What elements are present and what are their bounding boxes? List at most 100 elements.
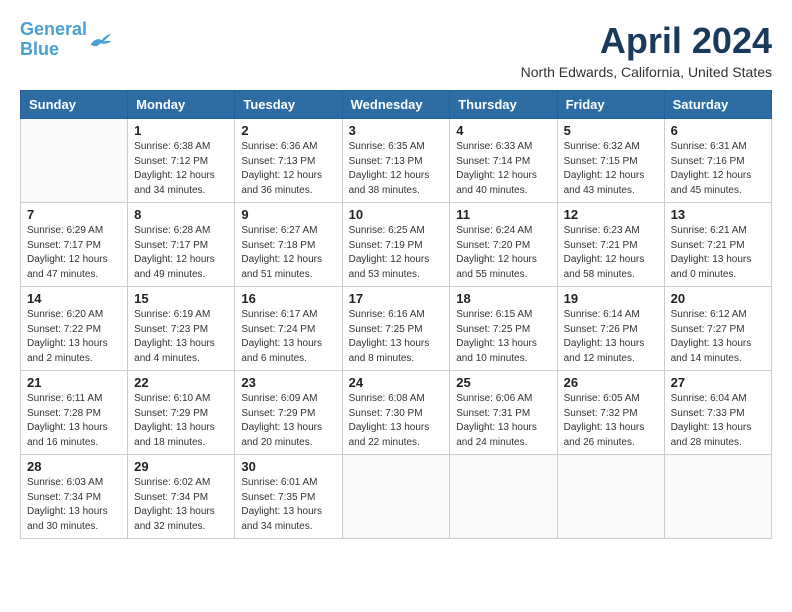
day-info: Sunrise: 6:31 AM Sunset: 7:16 PM Dayligh… [671, 140, 765, 198]
title-block: April 2024 North Edwards, California, Un… [521, 20, 772, 80]
calendar-cell-w2-d2: 9 Sunrise: 6:27 AM Sunset: 7:18 PM Daylig… [235, 203, 342, 287]
header-monday: Monday [128, 91, 235, 119]
day-number: 25 [456, 375, 550, 390]
day-info: Sunrise: 6:12 AM Sunset: 7:27 PM Dayligh… [671, 308, 765, 366]
day-number: 21 [27, 375, 121, 390]
calendar-cell-w4-d1: 22Sunrise: 6:10 AM Sunset: 7:29 PM Dayli… [128, 371, 235, 455]
calendar-cell-w3-d5: 19 Sunrise: 6:14 AM Sunset: 7:26 PM Dayli… [557, 287, 664, 371]
day-info: Sunrise: 6:08 AM Sunset: 7:30 PM Dayligh… [349, 392, 444, 450]
calendar-table: Sunday Monday Tuesday Wednesday Thursday… [20, 90, 772, 539]
day-info: Sunrise: 6:09 AM Sunset: 7:29 PM Dayligh… [241, 392, 335, 450]
calendar-cell-w5-d5 [557, 455, 664, 539]
day-number: 12 [564, 207, 658, 222]
day-number: 22 [134, 375, 228, 390]
day-number: 17 [349, 291, 444, 306]
day-number: 28 [27, 459, 121, 474]
calendar-cell-w1-d5: 5 Sunrise: 6:32 AM Sunset: 7:15 PM Daylig… [557, 119, 664, 203]
day-info: Sunrise: 6:05 AM Sunset: 7:32 PM Dayligh… [564, 392, 658, 450]
calendar-header-row: Sunday Monday Tuesday Wednesday Thursday… [21, 91, 772, 119]
day-info: Sunrise: 6:01 AM Sunset: 7:35 PM Dayligh… [241, 476, 335, 534]
day-number: 14 [27, 291, 121, 306]
calendar-cell-w4-d3: 24 Sunrise: 6:08 AM Sunset: 7:30 PM Dayli… [342, 371, 450, 455]
day-info: Sunrise: 6:25 AM Sunset: 7:19 PM Dayligh… [349, 224, 444, 282]
day-info: Sunrise: 6:16 AM Sunset: 7:25 PM Dayligh… [349, 308, 444, 366]
header-tuesday: Tuesday [235, 91, 342, 119]
header-thursday: Thursday [450, 91, 557, 119]
calendar-week-5: 28 Sunrise: 6:03 AM Sunset: 7:34 PM Dayli… [21, 455, 772, 539]
header-sunday: Sunday [21, 91, 128, 119]
day-number: 15 [134, 291, 228, 306]
header-saturday: Saturday [664, 91, 771, 119]
day-info: Sunrise: 6:11 AM Sunset: 7:28 PM Dayligh… [27, 392, 121, 450]
day-number: 30 [241, 459, 335, 474]
day-number: 9 [241, 207, 335, 222]
day-info: Sunrise: 6:38 AM Sunset: 7:12 PM Dayligh… [134, 140, 228, 198]
day-info: Sunrise: 6:27 AM Sunset: 7:18 PM Dayligh… [241, 224, 335, 282]
calendar-cell-w2-d3: 10 Sunrise: 6:25 AM Sunset: 7:19 PM Dayli… [342, 203, 450, 287]
day-info: Sunrise: 6:14 AM Sunset: 7:26 PM Dayligh… [564, 308, 658, 366]
calendar-cell-w1-d3: 3 Sunrise: 6:35 AM Sunset: 7:13 PM Daylig… [342, 119, 450, 203]
calendar-cell-w3-d6: 20Sunrise: 6:12 AM Sunset: 7:27 PM Dayli… [664, 287, 771, 371]
calendar-cell-w1-d6: 6Sunrise: 6:31 AM Sunset: 7:16 PM Daylig… [664, 119, 771, 203]
calendar-cell-w1-d2: 2 Sunrise: 6:36 AM Sunset: 7:13 PM Daylig… [235, 119, 342, 203]
calendar-week-4: 21 Sunrise: 6:11 AM Sunset: 7:28 PM Dayli… [21, 371, 772, 455]
header-friday: Friday [557, 91, 664, 119]
day-number: 27 [671, 375, 765, 390]
day-info: Sunrise: 6:32 AM Sunset: 7:15 PM Dayligh… [564, 140, 658, 198]
calendar-cell-w3-d3: 17 Sunrise: 6:16 AM Sunset: 7:25 PM Dayli… [342, 287, 450, 371]
calendar-cell-w5-d4 [450, 455, 557, 539]
calendar-cell-w4-d4: 25 Sunrise: 6:06 AM Sunset: 7:31 PM Dayli… [450, 371, 557, 455]
calendar-cell-w5-d1: 29 Sunrise: 6:02 AM Sunset: 7:34 PM Dayli… [128, 455, 235, 539]
day-info: Sunrise: 6:24 AM Sunset: 7:20 PM Dayligh… [456, 224, 550, 282]
day-info: Sunrise: 6:28 AM Sunset: 7:17 PM Dayligh… [134, 224, 228, 282]
calendar-cell-w4-d6: 27 Sunrise: 6:04 AM Sunset: 7:33 PM Dayli… [664, 371, 771, 455]
day-number: 13 [671, 207, 765, 222]
calendar-cell-w3-d4: 18 Sunrise: 6:15 AM Sunset: 7:25 PM Dayli… [450, 287, 557, 371]
calendar-week-2: 7 Sunrise: 6:29 AM Sunset: 7:17 PM Daylig… [21, 203, 772, 287]
day-number: 5 [564, 123, 658, 138]
day-info: Sunrise: 6:02 AM Sunset: 7:34 PM Dayligh… [134, 476, 228, 534]
day-info: Sunrise: 6:23 AM Sunset: 7:21 PM Dayligh… [564, 224, 658, 282]
day-number: 29 [134, 459, 228, 474]
calendar-cell-w5-d2: 30 Sunrise: 6:01 AM Sunset: 7:35 PM Dayli… [235, 455, 342, 539]
calendar-cell-w2-d1: 8Sunrise: 6:28 AM Sunset: 7:17 PM Daylig… [128, 203, 235, 287]
calendar-cell-w2-d0: 7 Sunrise: 6:29 AM Sunset: 7:17 PM Daylig… [21, 203, 128, 287]
calendar-cell-w2-d4: 11 Sunrise: 6:24 AM Sunset: 7:20 PM Dayli… [450, 203, 557, 287]
calendar-cell-w5-d0: 28 Sunrise: 6:03 AM Sunset: 7:34 PM Dayli… [21, 455, 128, 539]
logo-text: GeneralBlue [20, 20, 87, 60]
calendar-cell-w5-d6 [664, 455, 771, 539]
day-number: 10 [349, 207, 444, 222]
day-number: 19 [564, 291, 658, 306]
day-number: 23 [241, 375, 335, 390]
day-number: 18 [456, 291, 550, 306]
day-info: Sunrise: 6:33 AM Sunset: 7:14 PM Dayligh… [456, 140, 550, 198]
day-info: Sunrise: 6:21 AM Sunset: 7:21 PM Dayligh… [671, 224, 765, 282]
day-info: Sunrise: 6:29 AM Sunset: 7:17 PM Dayligh… [27, 224, 121, 282]
day-info: Sunrise: 6:04 AM Sunset: 7:33 PM Dayligh… [671, 392, 765, 450]
calendar-cell-w3-d0: 14 Sunrise: 6:20 AM Sunset: 7:22 PM Dayli… [21, 287, 128, 371]
day-info: Sunrise: 6:36 AM Sunset: 7:13 PM Dayligh… [241, 140, 335, 198]
calendar-cell-w1-d4: 4Sunrise: 6:33 AM Sunset: 7:14 PM Daylig… [450, 119, 557, 203]
day-info: Sunrise: 6:15 AM Sunset: 7:25 PM Dayligh… [456, 308, 550, 366]
calendar-cell-w1-d0 [21, 119, 128, 203]
day-info: Sunrise: 6:06 AM Sunset: 7:31 PM Dayligh… [456, 392, 550, 450]
day-number: 1 [134, 123, 228, 138]
day-info: Sunrise: 6:19 AM Sunset: 7:23 PM Dayligh… [134, 308, 228, 366]
page-header: GeneralBlue April 2024 North Edwards, Ca… [20, 20, 772, 80]
calendar-cell-w1-d1: 1 Sunrise: 6:38 AM Sunset: 7:12 PM Daylig… [128, 119, 235, 203]
calendar-cell-w3-d1: 15 Sunrise: 6:19 AM Sunset: 7:23 PM Dayli… [128, 287, 235, 371]
day-number: 11 [456, 207, 550, 222]
day-number: 24 [349, 375, 444, 390]
day-number: 3 [349, 123, 444, 138]
calendar-week-1: 1 Sunrise: 6:38 AM Sunset: 7:12 PM Daylig… [21, 119, 772, 203]
day-info: Sunrise: 6:03 AM Sunset: 7:34 PM Dayligh… [27, 476, 121, 534]
day-number: 7 [27, 207, 121, 222]
logo: GeneralBlue [20, 20, 113, 60]
day-info: Sunrise: 6:17 AM Sunset: 7:24 PM Dayligh… [241, 308, 335, 366]
location-subtitle: North Edwards, California, United States [521, 64, 772, 80]
day-info: Sunrise: 6:35 AM Sunset: 7:13 PM Dayligh… [349, 140, 444, 198]
calendar-cell-w4-d5: 26Sunrise: 6:05 AM Sunset: 7:32 PM Dayli… [557, 371, 664, 455]
day-number: 16 [241, 291, 335, 306]
day-number: 2 [241, 123, 335, 138]
day-info: Sunrise: 6:20 AM Sunset: 7:22 PM Dayligh… [27, 308, 121, 366]
